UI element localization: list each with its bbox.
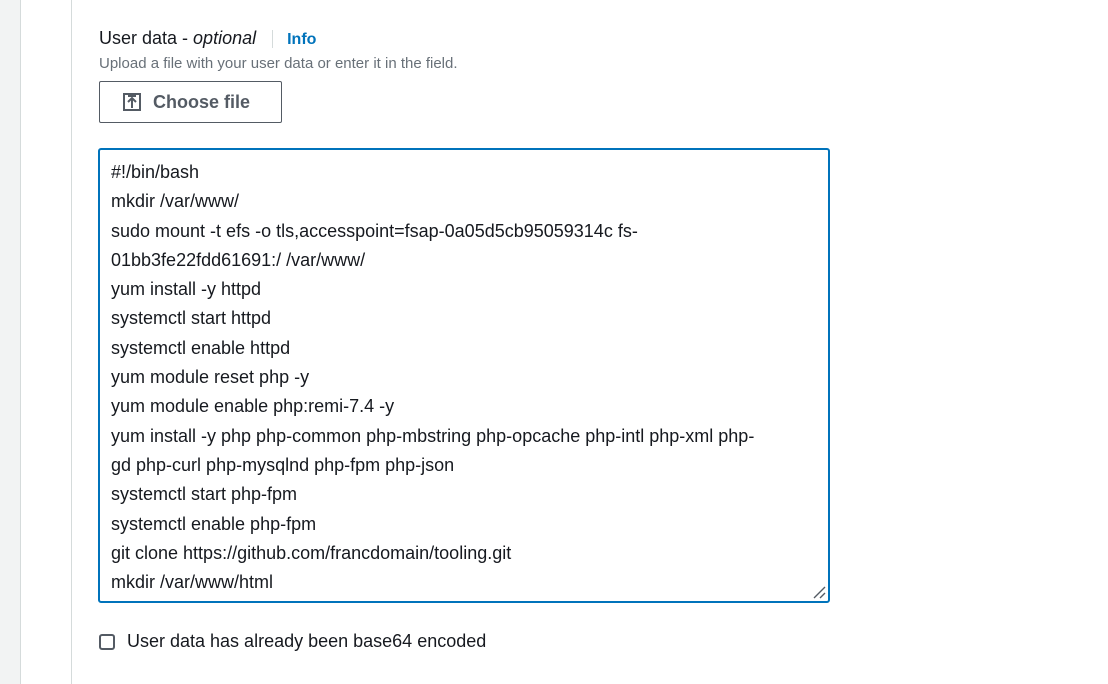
- code-line: mkdir /var/www/: [111, 191, 240, 212]
- panel-divider: [71, 0, 72, 684]
- code-line: 01bb3fe22fdd61691:/ /var/www/: [111, 249, 366, 270]
- left-rail: [0, 0, 20, 684]
- user-data-textarea[interactable]: #!/bin/bash mkdir /var/www/sudo mount -t …: [98, 148, 830, 603]
- field-description: Upload a file with your user data or ent…: [99, 55, 458, 72]
- code-line: #!/bin/bash: [111, 162, 200, 182]
- code-line: yum install -y httpd: [111, 279, 262, 300]
- label-separator: [272, 29, 274, 48]
- resize-handle-icon[interactable]: [810, 583, 826, 599]
- choose-file-label: Choose file: [153, 91, 251, 112]
- info-link[interactable]: Info: [287, 31, 316, 49]
- optional-label: optional: [193, 28, 257, 48]
- code-line: yum module enable php:remi-7.4 -y: [111, 396, 395, 417]
- code-line: mkdir /var/www/html: [111, 572, 274, 593]
- code-line: yum install -y php php-common php-mbstri…: [111, 425, 755, 446]
- code-line: systemctl start httpd: [111, 308, 272, 329]
- code-line: sudo mount -t efs -o tls,accesspoint=fsa…: [111, 220, 638, 241]
- base64-checkbox[interactable]: [99, 633, 115, 650]
- code-line: yum module reset php -y: [111, 367, 310, 388]
- upload-icon: [122, 92, 142, 112]
- code-line: git clone https://github.com/francdomain…: [111, 542, 512, 563]
- choose-file-button[interactable]: Choose file: [99, 81, 282, 123]
- user-data-content: #!/bin/bash mkdir /var/www/sudo mount -t …: [111, 158, 818, 597]
- user-data-label-text: User data -: [99, 28, 194, 48]
- code-line: gd php-curl php-mysqlnd php-fpm php-json: [111, 454, 455, 475]
- base64-checkbox-row: User data has already been base64 encode…: [99, 631, 486, 652]
- code-line: systemctl enable php-fpm: [111, 513, 317, 534]
- code-line: systemctl enable httpd: [111, 337, 291, 358]
- base64-checkbox-label[interactable]: User data has already been base64 encode…: [127, 631, 486, 652]
- user-data-label-row: User data - optional Info: [99, 28, 316, 49]
- code-line: systemctl start php-fpm: [111, 484, 298, 505]
- user-data-label: User data - optional: [99, 28, 256, 49]
